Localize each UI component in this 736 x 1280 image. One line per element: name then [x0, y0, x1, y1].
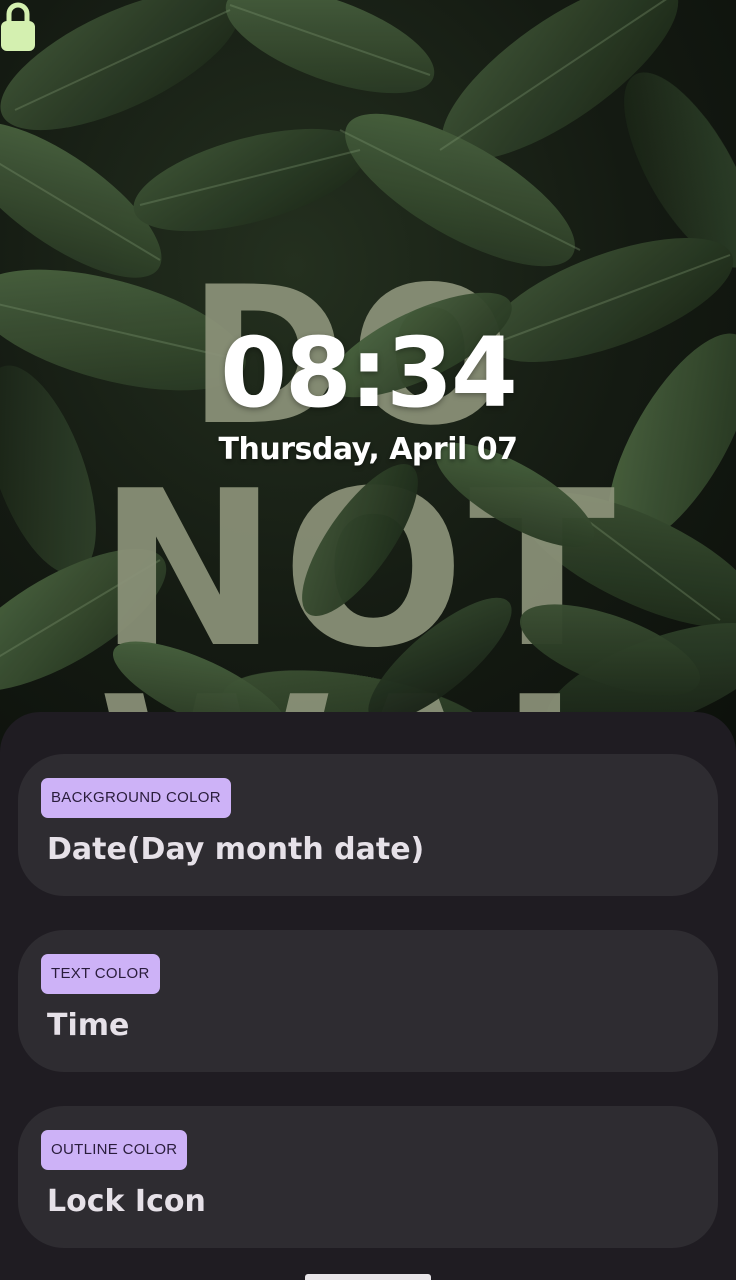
option-title: Date(Day month date): [47, 832, 425, 867]
option-title: Lock Icon: [47, 1184, 206, 1219]
clock-date: Thursday, April 07: [218, 432, 518, 467]
home-indicator[interactable]: [305, 1274, 431, 1280]
option-badge: TEXT COLOR: [41, 954, 160, 994]
option-badge: BACKGROUND COLOR: [41, 778, 231, 818]
option-card-lock-icon[interactable]: OUTLINE COLOR Lock Icon: [18, 1106, 718, 1248]
clock-time: 08:34: [220, 317, 518, 429]
lock-icon: [1, 2, 35, 51]
option-badge: OUTLINE COLOR: [41, 1130, 188, 1170]
screen: DO NOT WAI 08:34 Thursday, April 07 BACK…: [0, 0, 736, 1280]
option-title: Time: [47, 1008, 130, 1043]
option-card-date[interactable]: BACKGROUND COLOR Date(Day month date): [18, 754, 718, 896]
options-sheet: BACKGROUND COLOR Date(Day month date) TE…: [0, 712, 736, 1280]
lock-screen-preview: DO NOT WAI 08:34 Thursday, April 07: [0, 0, 736, 760]
option-card-time[interactable]: TEXT COLOR Time: [18, 930, 718, 1072]
